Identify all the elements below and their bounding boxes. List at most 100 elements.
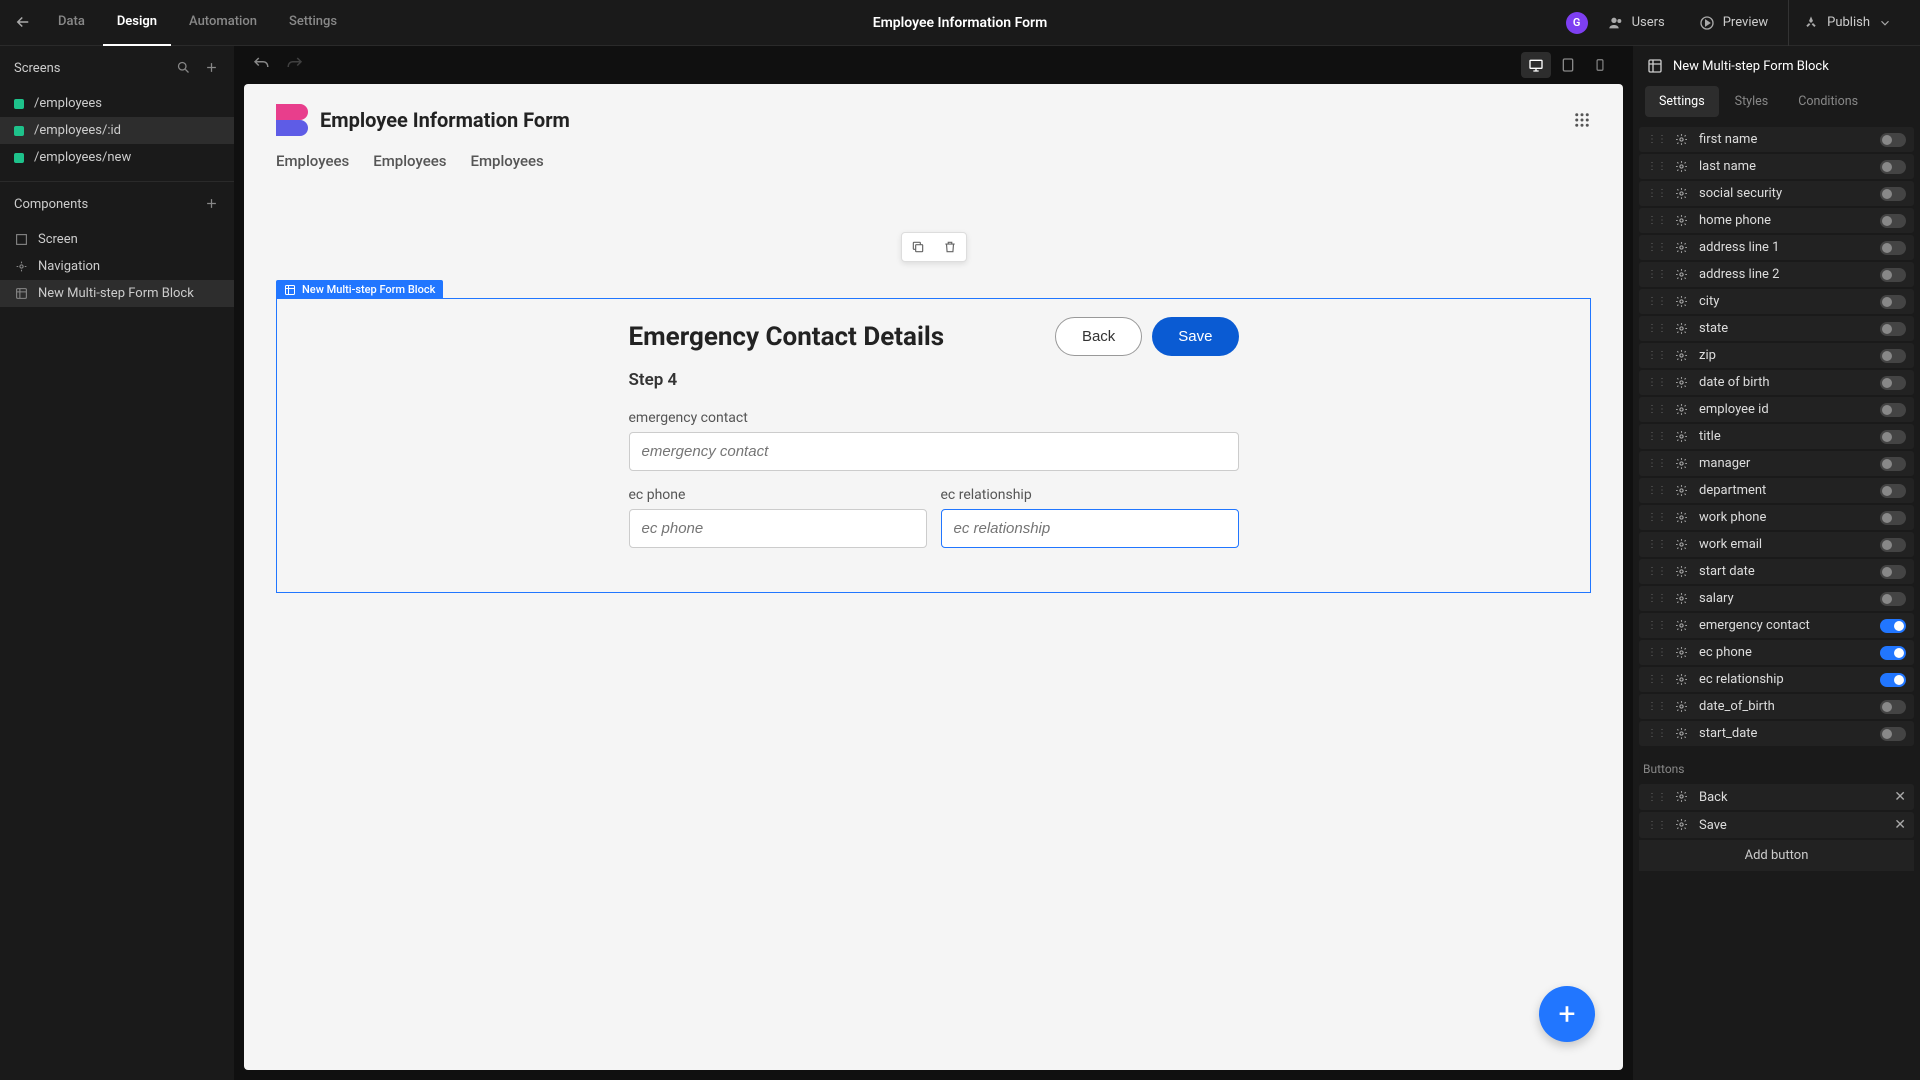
gear-icon[interactable] bbox=[1675, 322, 1689, 336]
drag-icon[interactable]: ⋮⋮ bbox=[1647, 647, 1667, 658]
redo-button[interactable] bbox=[286, 55, 306, 75]
gear-icon[interactable] bbox=[1675, 403, 1689, 417]
device-mobile-button[interactable] bbox=[1585, 52, 1615, 78]
drag-icon[interactable]: ⋮⋮ bbox=[1647, 377, 1667, 388]
screen-item[interactable]: /employees/:id bbox=[0, 117, 234, 144]
duplicate-button[interactable] bbox=[902, 233, 934, 261]
drag-icon[interactable]: ⋮⋮ bbox=[1647, 820, 1667, 831]
field-row[interactable]: ⋮⋮ec phone bbox=[1639, 640, 1914, 665]
drag-icon[interactable]: ⋮⋮ bbox=[1647, 296, 1667, 307]
screen-item[interactable]: /employees bbox=[0, 90, 234, 117]
back-button[interactable]: Back bbox=[1055, 317, 1142, 356]
remove-icon[interactable]: ✕ bbox=[1894, 789, 1906, 805]
field-row[interactable]: ⋮⋮date of birth bbox=[1639, 370, 1914, 395]
drag-icon[interactable]: ⋮⋮ bbox=[1647, 215, 1667, 226]
gear-icon[interactable] bbox=[1675, 818, 1689, 832]
ec-relationship-input[interactable] bbox=[941, 509, 1239, 548]
preview-button[interactable]: Preview bbox=[1685, 0, 1782, 46]
field-toggle[interactable] bbox=[1880, 700, 1906, 714]
field-row[interactable]: ⋮⋮city bbox=[1639, 289, 1914, 314]
gear-icon[interactable] bbox=[1675, 646, 1689, 660]
gear-icon[interactable] bbox=[1675, 241, 1689, 255]
drag-icon[interactable]: ⋮⋮ bbox=[1647, 539, 1667, 550]
drag-icon[interactable]: ⋮⋮ bbox=[1647, 188, 1667, 199]
gear-icon[interactable] bbox=[1675, 376, 1689, 390]
button-row[interactable]: ⋮⋮Save✕ bbox=[1639, 812, 1914, 838]
field-row[interactable]: ⋮⋮employee id bbox=[1639, 397, 1914, 422]
field-row[interactable]: ⋮⋮address line 2 bbox=[1639, 262, 1914, 287]
form-block[interactable]: Emergency Contact Details Back Save Step… bbox=[276, 298, 1591, 593]
avatar[interactable]: G bbox=[1566, 12, 1588, 34]
component-item[interactable]: New Multi-step Form Block bbox=[0, 280, 234, 307]
field-row[interactable]: ⋮⋮work email bbox=[1639, 532, 1914, 557]
field-row[interactable]: ⋮⋮department bbox=[1639, 478, 1914, 503]
field-row[interactable]: ⋮⋮state bbox=[1639, 316, 1914, 341]
field-row[interactable]: ⋮⋮first name bbox=[1639, 127, 1914, 152]
gear-icon[interactable] bbox=[1675, 565, 1689, 579]
gear-icon[interactable] bbox=[1675, 700, 1689, 714]
nav-tab-automation[interactable]: Automation bbox=[175, 0, 271, 46]
component-item[interactable]: Screen bbox=[0, 226, 234, 253]
nav-tab-data[interactable]: Data bbox=[44, 0, 99, 46]
nav-tab-design[interactable]: Design bbox=[103, 0, 171, 46]
gear-icon[interactable] bbox=[1675, 457, 1689, 471]
nav-tab-settings[interactable]: Settings bbox=[275, 0, 351, 46]
gear-icon[interactable] bbox=[1675, 484, 1689, 498]
drag-icon[interactable]: ⋮⋮ bbox=[1647, 792, 1667, 803]
field-toggle[interactable] bbox=[1880, 511, 1906, 525]
add-fab[interactable]: + bbox=[1539, 986, 1595, 1042]
field-toggle[interactable] bbox=[1880, 160, 1906, 174]
field-toggle[interactable] bbox=[1880, 322, 1906, 336]
drag-icon[interactable]: ⋮⋮ bbox=[1647, 485, 1667, 496]
field-row[interactable]: ⋮⋮last name bbox=[1639, 154, 1914, 179]
add-component-icon[interactable] bbox=[204, 196, 220, 212]
canvas-tab[interactable]: Employees bbox=[276, 152, 349, 170]
search-icon[interactable] bbox=[176, 60, 192, 76]
rp-tab-settings[interactable]: Settings bbox=[1645, 86, 1719, 117]
device-desktop-button[interactable] bbox=[1521, 52, 1551, 78]
field-toggle[interactable] bbox=[1880, 376, 1906, 390]
drag-icon[interactable]: ⋮⋮ bbox=[1647, 323, 1667, 334]
field-toggle[interactable] bbox=[1880, 565, 1906, 579]
delete-button[interactable] bbox=[934, 233, 966, 261]
field-row[interactable]: ⋮⋮start_date bbox=[1639, 721, 1914, 746]
field-row[interactable]: ⋮⋮start date bbox=[1639, 559, 1914, 584]
drag-icon[interactable]: ⋮⋮ bbox=[1647, 161, 1667, 172]
field-row[interactable]: ⋮⋮date_of_birth bbox=[1639, 694, 1914, 719]
field-row[interactable]: ⋮⋮title bbox=[1639, 424, 1914, 449]
field-toggle[interactable] bbox=[1880, 430, 1906, 444]
field-toggle[interactable] bbox=[1880, 592, 1906, 606]
field-row[interactable]: ⋮⋮social security bbox=[1639, 181, 1914, 206]
drag-icon[interactable]: ⋮⋮ bbox=[1647, 728, 1667, 739]
canvas-tab[interactable]: Employees bbox=[471, 152, 544, 170]
drag-icon[interactable]: ⋮⋮ bbox=[1647, 242, 1667, 253]
gear-icon[interactable] bbox=[1675, 727, 1689, 741]
gear-icon[interactable] bbox=[1675, 160, 1689, 174]
field-toggle[interactable] bbox=[1880, 349, 1906, 363]
publish-button[interactable]: Publish bbox=[1788, 0, 1906, 46]
drag-icon[interactable]: ⋮⋮ bbox=[1647, 431, 1667, 442]
gear-icon[interactable] bbox=[1675, 187, 1689, 201]
drag-icon[interactable]: ⋮⋮ bbox=[1647, 701, 1667, 712]
gear-icon[interactable] bbox=[1675, 592, 1689, 606]
field-row[interactable]: ⋮⋮manager bbox=[1639, 451, 1914, 476]
gear-icon[interactable] bbox=[1675, 349, 1689, 363]
field-toggle[interactable] bbox=[1880, 133, 1906, 147]
rp-tab-styles[interactable]: Styles bbox=[1721, 86, 1783, 117]
field-toggle[interactable] bbox=[1880, 214, 1906, 228]
field-row[interactable]: ⋮⋮emergency contact bbox=[1639, 613, 1914, 638]
canvas[interactable]: Employee Information Form EmployeesEmplo… bbox=[244, 84, 1623, 1070]
form-block-tag[interactable]: New Multi-step Form Block bbox=[276, 280, 443, 299]
field-row[interactable]: ⋮⋮zip bbox=[1639, 343, 1914, 368]
gear-icon[interactable] bbox=[1675, 619, 1689, 633]
field-toggle[interactable] bbox=[1880, 673, 1906, 687]
field-toggle[interactable] bbox=[1880, 484, 1906, 498]
field-toggle[interactable] bbox=[1880, 538, 1906, 552]
canvas-tab[interactable]: Employees bbox=[373, 152, 446, 170]
drag-icon[interactable]: ⋮⋮ bbox=[1647, 134, 1667, 145]
drag-icon[interactable]: ⋮⋮ bbox=[1647, 512, 1667, 523]
field-row[interactable]: ⋮⋮address line 1 bbox=[1639, 235, 1914, 260]
gear-icon[interactable] bbox=[1675, 214, 1689, 228]
gear-icon[interactable] bbox=[1675, 133, 1689, 147]
field-toggle[interactable] bbox=[1880, 457, 1906, 471]
